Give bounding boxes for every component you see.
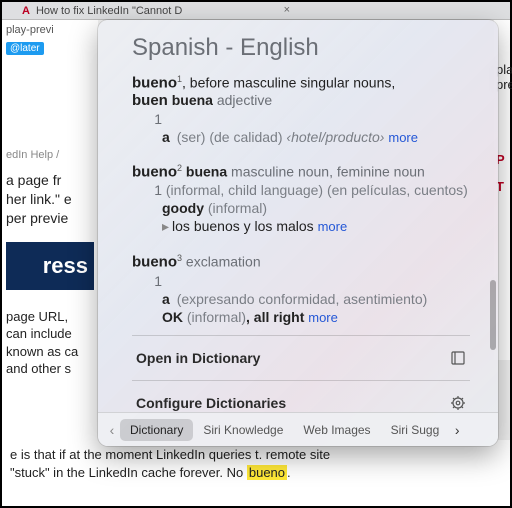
dictionary-entry: bueno3 exclamation 1 a (expresando confo… bbox=[132, 253, 470, 325]
gear-icon bbox=[450, 395, 466, 411]
twitter-handle-badge: @later bbox=[6, 42, 44, 55]
tab-siri-knowledge[interactable]: Siri Knowledge bbox=[193, 419, 293, 441]
tab-close-button[interactable]: × bbox=[284, 4, 290, 16]
source-tabbar: ‹ Dictionary Siri Knowledge Web Images S… bbox=[98, 412, 498, 446]
dictionary-entry: bueno1, before masculine singular nouns,… bbox=[132, 74, 470, 145]
chevron-left-icon[interactable]: ‹ bbox=[104, 422, 120, 438]
open-in-dictionary-button[interactable]: Open in Dictionary bbox=[132, 342, 470, 374]
book-icon bbox=[450, 350, 466, 366]
tab-dictionary[interactable]: Dictionary bbox=[120, 419, 193, 441]
browser-tab: A How to fix LinkedIn "Cannot D × bbox=[2, 2, 510, 20]
popover-title: Spanish - English bbox=[132, 34, 470, 62]
dictionary-popover: Spanish - English bueno1, before masculi… bbox=[98, 20, 498, 446]
tab-title: How to fix LinkedIn "Cannot D bbox=[36, 5, 182, 17]
divider bbox=[132, 335, 470, 336]
article-fragment-2: page URL, can include known as ca and ot… bbox=[6, 308, 94, 378]
wordpress-logo-fragment: ress bbox=[6, 242, 94, 290]
background-left: play-previ @later edIn Help / a page fr … bbox=[2, 20, 98, 506]
more-link[interactable]: more bbox=[388, 130, 418, 145]
chevron-right-icon[interactable]: › bbox=[449, 422, 465, 438]
action-label: Configure Dictionaries bbox=[136, 395, 286, 411]
dictionary-entry: bueno2 buena masculine noun, feminine no… bbox=[132, 163, 470, 236]
favicon: A bbox=[22, 5, 30, 17]
breadcrumb: edIn Help / bbox=[6, 149, 94, 161]
tab-web-images[interactable]: Web Images bbox=[293, 419, 380, 441]
article-fragment-3: e is that if at the moment LinkedIn quer… bbox=[2, 440, 510, 506]
divider bbox=[132, 380, 470, 381]
tab-siri-suggestions[interactable]: Siri Sugg bbox=[381, 419, 450, 441]
article-fragment: a page fr her link." e per previe bbox=[6, 171, 94, 228]
action-label: Open in Dictionary bbox=[136, 350, 260, 366]
more-link[interactable]: more bbox=[308, 310, 338, 325]
url-fragment: play-previ bbox=[6, 24, 94, 36]
configure-dictionaries-button[interactable]: Configure Dictionaries bbox=[132, 387, 470, 412]
scrollbar[interactable] bbox=[490, 280, 496, 350]
triangle-icon: ▸ bbox=[162, 218, 169, 234]
highlighted-word[interactable]: bueno bbox=[247, 465, 287, 480]
more-link[interactable]: more bbox=[318, 219, 348, 234]
